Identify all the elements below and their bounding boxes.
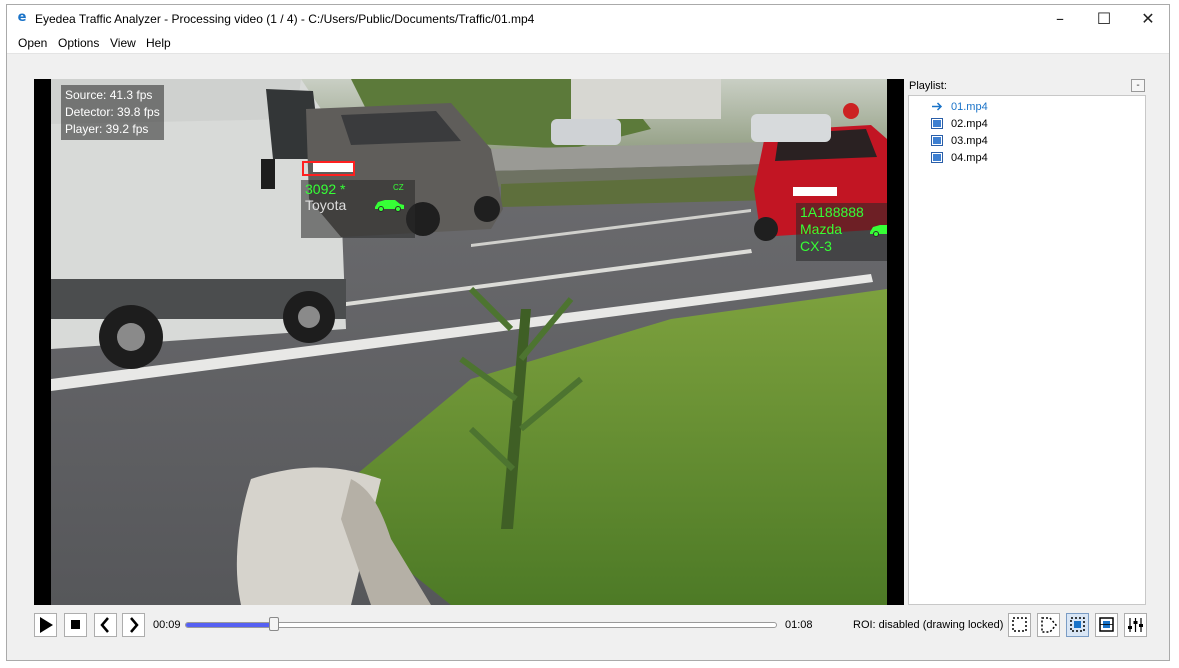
detection-2-plate: 1A188888 [800,204,864,220]
car-type-icon [375,200,404,212]
playlist-collapse-button[interactable]: - [1131,79,1145,92]
close-button[interactable]: ✕ [1126,5,1170,33]
detector-fps: Detector: 39.8 fps [65,105,160,119]
app-window: e Eyedea Traffic Analyzer - Processing v… [6,4,1170,661]
playlist-item-03[interactable]: 03.mp4 [931,133,988,149]
video-viewport[interactable]: 3092 * Toyota CZ 1A188888 Mazda CX-3 CZ [34,79,904,605]
fps-stats-overlay: Source: 41.3 fps Detector: 39.8 fps Play… [61,85,164,140]
roi-select-icon [1070,617,1085,632]
play-icon [40,617,53,633]
video-file-icon [931,118,943,129]
player-fps: Player: 39.2 fps [65,122,149,136]
menu-options[interactable]: Options [58,36,99,50]
menu-help[interactable]: Help [146,36,171,50]
window-title: Eyedea Traffic Analyzer - Processing vid… [35,12,535,26]
minimize-button[interactable]: – [1038,5,1082,33]
plate-box-1 [302,161,355,176]
roi-select-button[interactable] [1066,613,1089,637]
video-frame: 3092 * Toyota CZ 1A188888 Mazda CX-3 CZ [51,79,887,605]
player-controls: 00:09 01:08 ROI: disabled (drawing locke… [34,613,1148,641]
car-type-icon [870,225,887,237]
video-file-icon [931,152,943,163]
playlist-item-label: 01.mp4 [951,101,988,113]
detection-1-country: CZ [393,183,404,192]
settings-button[interactable] [1124,613,1147,637]
roi-rect-icon [1012,617,1027,632]
video-file-icon [931,135,943,146]
roi-polygon-icon [1041,617,1057,633]
playlist-item-label: 03.mp4 [951,135,988,147]
roi-grid-button[interactable] [1095,613,1118,637]
chevron-left-icon [100,617,109,633]
stop-icon [71,620,80,629]
roi-rect-button[interactable] [1008,613,1031,637]
detection-2-model: CX-3 [800,238,832,254]
playlist-item-label: 02.mp4 [951,118,988,130]
playlist-item-01[interactable]: 01.mp4 [932,99,988,115]
title-bar: e Eyedea Traffic Analyzer - Processing v… [7,5,1169,33]
current-arrow-icon [932,102,943,111]
roi-grid-icon [1099,617,1114,632]
previous-button[interactable] [94,613,117,637]
next-button[interactable] [122,613,145,637]
playlist-label: Playlist: [909,80,947,92]
menu-bar: Open Options View Help [7,33,1169,54]
settings-sliders-icon [1128,618,1143,632]
seek-handle[interactable] [268,617,279,631]
source-fps: Source: 41.3 fps [65,88,153,102]
detection-label-1: 3092 * Toyota CZ [301,180,415,238]
detection-label-2: 1A188888 Mazda CX-3 CZ [796,203,887,261]
current-time: 00:09 [153,619,181,631]
app-logo-icon: e [17,10,27,25]
playlist-item-label: 04.mp4 [951,152,988,164]
playlist-item-02[interactable]: 02.mp4 [931,116,988,132]
playlist-item-04[interactable]: 04.mp4 [931,150,988,166]
stop-button[interactable] [64,613,87,637]
total-time: 01:08 [785,619,813,631]
traffic-scene-image [51,79,887,605]
playlist: 01.mp4 02.mp4 03.mp4 04.mp4 [908,95,1146,605]
roi-status: ROI: disabled (drawing locked) [853,619,1004,631]
maximize-button[interactable]: ☐ [1082,5,1126,33]
menu-view[interactable]: View [110,36,136,50]
chevron-right-icon [130,617,139,633]
play-button[interactable] [34,613,57,637]
roi-polygon-button[interactable] [1037,613,1060,637]
menu-open[interactable]: Open [18,36,47,50]
seek-progress [186,623,275,627]
